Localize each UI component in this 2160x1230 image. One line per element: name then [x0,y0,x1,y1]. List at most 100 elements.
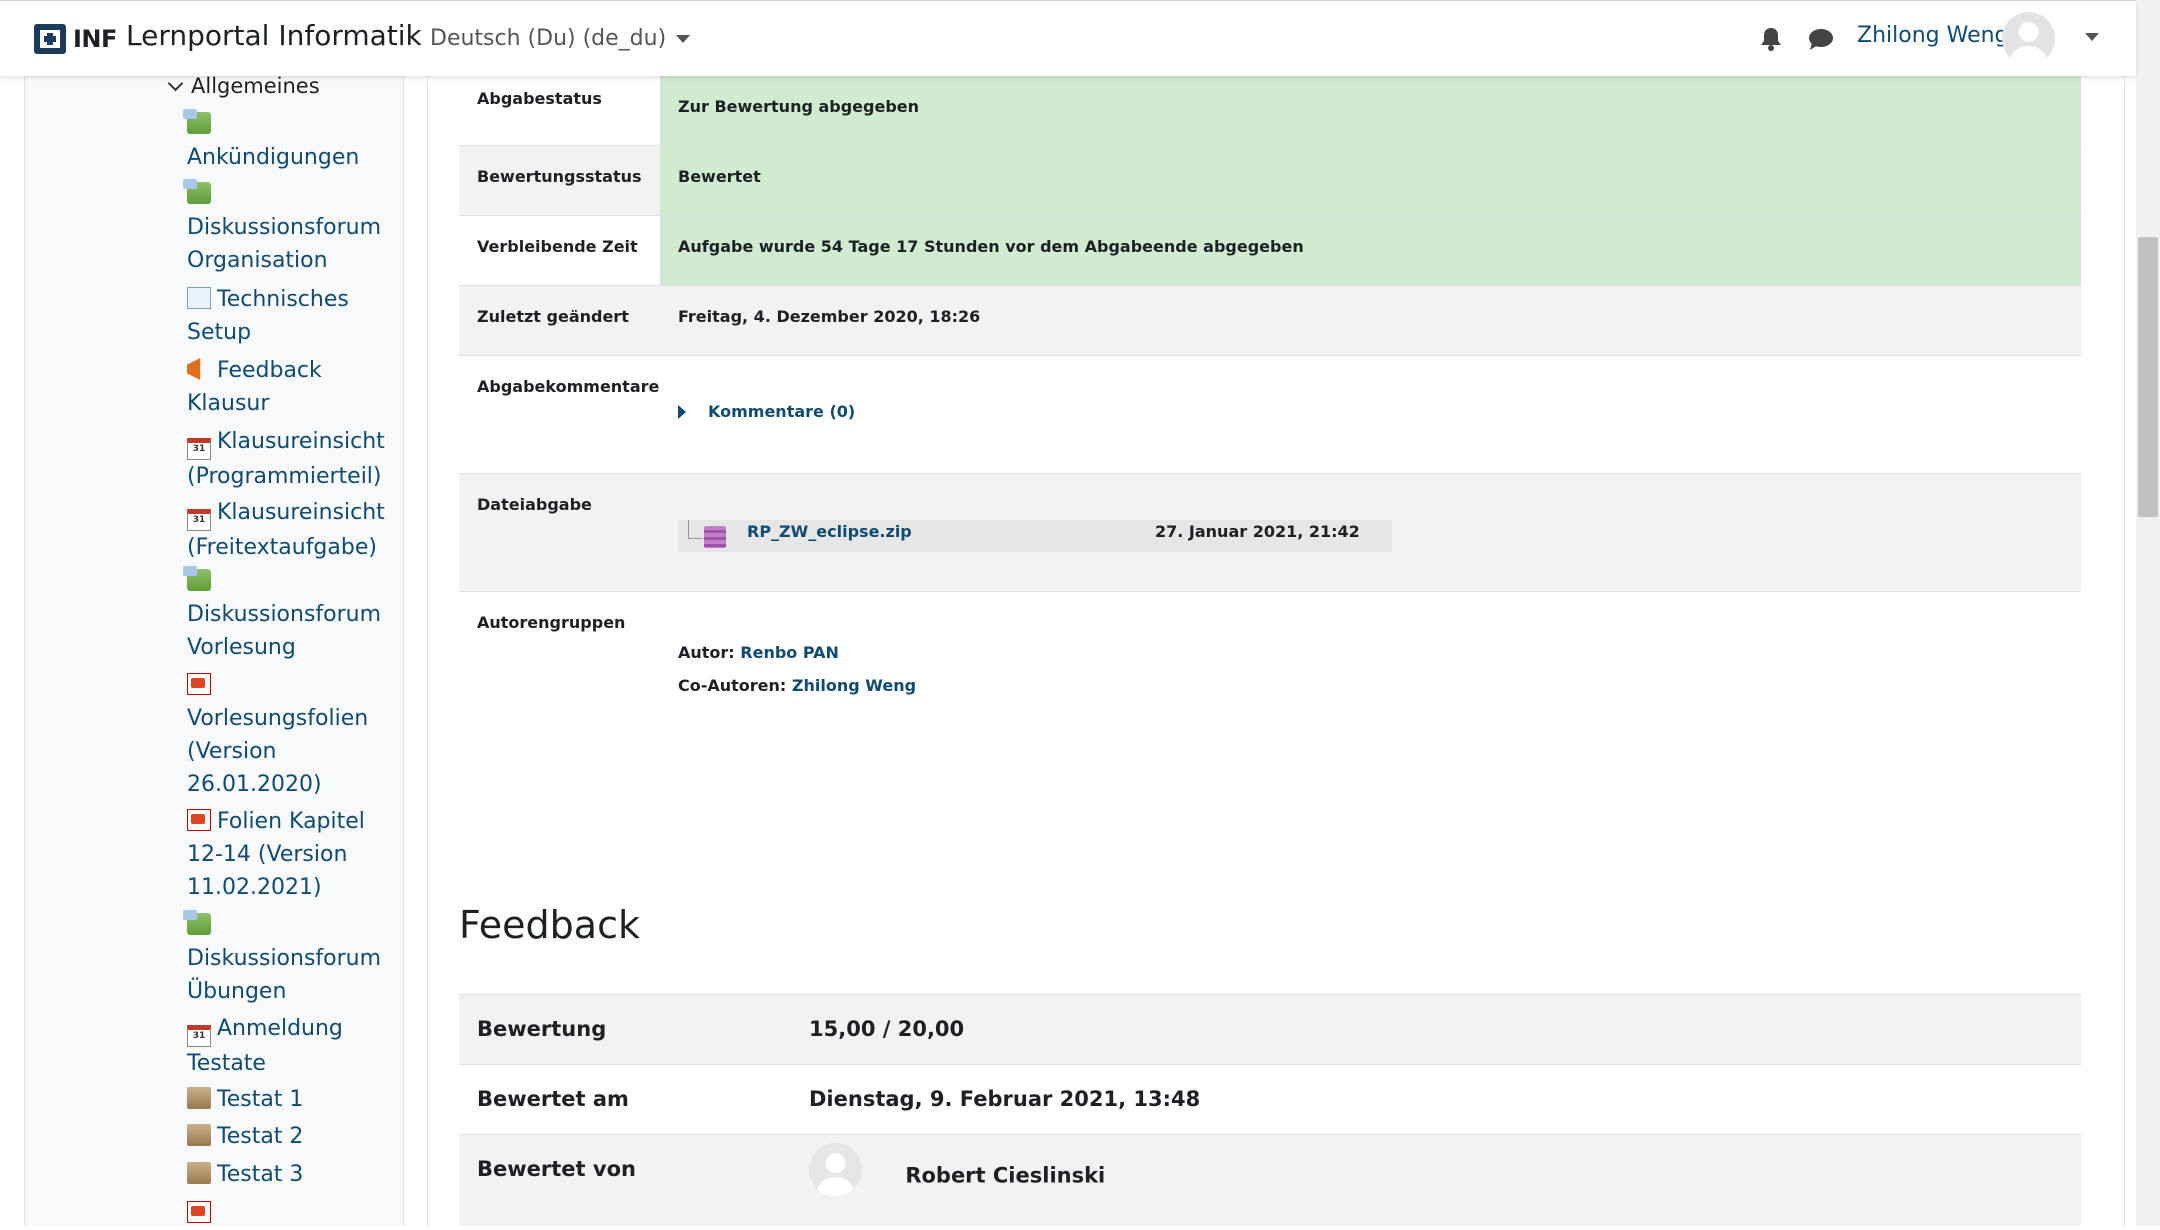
feedback-icon [187,358,201,380]
forum-icon [183,109,211,134]
sidebar-item-testat-3[interactable]: Testat 3 [187,1158,397,1191]
site-logo[interactable]: INF [33,23,117,55]
calendar-icon: 31 [187,1025,211,1047]
value-abgabestatus: Zur Bewertung abgegeben [660,76,2081,145]
sidebar-item-label: Testat 2 [217,1124,304,1149]
caret-down-icon [676,34,691,43]
pdf-icon [187,809,211,831]
sidebar-item-label: Klausureinsicht (Freitextaufgabe) [187,500,385,560]
coauthor-prefix: Co-Autoren: [678,676,787,695]
sidebar-item-klausureinsicht-freitext[interactable]: 31 Klausureinsicht (Freitextaufgabe) [187,496,397,564]
file-link[interactable]: RP_ZW_eclipse.zip [747,522,912,541]
author-link[interactable]: Renbo PAN [740,643,839,662]
language-menu[interactable]: Deutsch (Du) (de_du) [430,26,691,51]
row-verbleibende-zeit: Verbleibende Zeit Aufgabe wurde 54 Tage … [459,215,2081,285]
label-abgabestatus: Abgabestatus [477,89,602,108]
feedback-heading: Feedback [459,903,640,947]
file-entry: RP_ZW_eclipse.zip 27. Januar 2021, 21:42 [678,520,1392,552]
zip-file-icon [704,526,726,548]
label-bewertet-von: Bewertet von [477,1157,636,1181]
user-avatar[interactable] [2002,12,2055,65]
site-name[interactable]: Lernportal Informatik [126,19,422,52]
row-bewertet-von: Bewertet von Robert Cieslinski [459,1134,2081,1226]
language-label: Deutsch (Du) (de_du) [430,26,667,51]
value-bewertung: 15,00 / 20,00 [809,1017,965,1041]
section-title: Allgemeines [191,74,320,98]
row-zuletzt-geaendert: Zuletzt geändert Freitag, 4. Dezember 20… [459,285,2081,355]
sidebar-item-label: Testat 1 [217,1087,304,1112]
choice-icon [187,287,211,309]
pdf-icon [187,673,211,695]
grader-avatar[interactable] [809,1143,862,1196]
row-abgabekommentare: Abgabekommentare Kommentare (0) [459,355,2081,473]
sidebar-item-technisches-setup[interactable]: Technisches Setup [187,283,397,349]
top-navbar: INF Lernportal Informatik Deutsch (Du) (… [0,0,2136,76]
sidebar-item-label: Testat 3 [217,1162,304,1187]
sidebar-item-label: Technisches Setup [187,287,349,345]
comments-toggle[interactable]: Kommentare (0) [678,402,2081,421]
pdf-icon [187,1201,211,1223]
value-zuletzt-geaendert: Freitag, 4. Dezember 2020, 18:26 [678,307,981,326]
logo-text: INF [73,25,117,53]
sidebar-item-label: Vorlesungsfolien (Version 26.01.2020) [187,706,369,797]
forum-icon [183,566,211,591]
value-bewertungsstatus: Bewertet [660,146,2081,215]
author-prefix: Autor: [678,643,735,662]
sidebar-item-testat-2[interactable]: Testat 2 [187,1120,397,1153]
sidebar-item-folien-kapitel[interactable]: Folien Kapitel 12-14 (Version 11.02.2021… [187,805,397,904]
row-abgabestatus: Abgabestatus Zur Bewertung abgegeben [459,75,2081,145]
grader-name: Robert Cieslinski [905,1163,1106,1188]
sidebar-item-klausureinsicht-programmierteil[interactable]: 31 Klausureinsicht (Programmierteil) [187,425,397,493]
sidebar-item-diskussionsforum-uebungen[interactable]: Diskussionsforum Übungen [183,909,397,1008]
sidebar-item-label: Diskussionsforum Vorlesung [187,602,382,660]
comments-link[interactable]: Kommentare (0) [708,402,855,421]
sidebar-item-testat-1[interactable]: Testat 1 [187,1083,397,1116]
row-dateiabgabe: Dateiabgabe RP_ZW_eclipse.zip 27. Januar… [459,473,2081,591]
value-bewertet-am: Dienstag, 9. Februar 2021, 13:48 [809,1087,1201,1111]
sidebar-item-label: Diskussionsforum Organisation [187,215,382,273]
sidebar-item-label: Diskussionsforum Übungen [187,946,382,1004]
row-bewertung: Bewertung 15,00 / 20,00 [459,994,2081,1064]
forum-icon [183,910,211,935]
sidebar-item-feedback-klausur[interactable]: Feedback Klausur [187,354,397,420]
sidebar-item-ankuendigungen[interactable]: Ankündigungen [183,108,397,174]
row-autorengruppen: Autorengruppen Autor: Renbo PAN Co-Autor… [459,591,2081,721]
section-allgemeines[interactable]: Allgemeines [167,74,320,98]
value-verbleibende-zeit: Aufgabe wurde 54 Tage 17 Stunden vor dem… [660,216,2081,285]
author-line: Autor: Renbo PAN [678,636,2081,669]
sidebar-item-label: Ankündigungen [187,145,360,170]
coauthor-link[interactable]: Zhilong Weng [792,676,916,695]
label-abgabekommentare: Abgabekommentare [477,377,660,396]
sidebar-item-label: Klausureinsicht (Programmierteil) [187,429,385,489]
sidebar-item-vorlesungsfolien[interactable]: Vorlesungsfolien (Version 26.01.2020) [187,669,397,801]
user-name[interactable]: Zhilong Weng [1857,23,2009,48]
calendar-icon: 31 [187,438,211,460]
quiz-icon [187,1124,211,1146]
label-zuletzt-geaendert: Zuletzt geändert [477,307,629,326]
sidebar-item-label: Folien Kapitel 12-14 (Version 11.02.2021… [187,809,365,900]
page-scrollbar[interactable] [2136,0,2160,1226]
label-dateiabgabe: Dateiabgabe [477,495,592,514]
label-bewertet-am: Bewertet am [477,1087,629,1111]
quiz-icon [187,1162,211,1184]
bell-icon[interactable] [1760,26,1782,56]
caret-right-icon [678,404,686,419]
chevron-down-icon [167,75,184,91]
row-bewertet-am: Bewertet am Dienstag, 9. Februar 2021, 1… [459,1064,2081,1134]
sidebar-item-diskussionsforum-vorlesung[interactable]: Diskussionsforum Vorlesung [183,565,397,664]
scrollbar-thumb[interactable] [2138,237,2158,517]
label-bewertungsstatus: Bewertungsstatus [459,146,660,215]
tree-line [688,520,703,539]
sidebar-item-diskussionsforum-organisation[interactable]: Diskussionsforum Organisation [183,178,397,277]
messages-icon[interactable] [1808,27,1834,55]
sidebar-item-next[interactable] [187,1197,397,1230]
label-autorengruppen: Autorengruppen [477,613,626,632]
sidebar-item-anmeldung-testate[interactable]: 31 Anmeldung Testate [187,1012,397,1080]
coauthor-line: Co-Autoren: Zhilong Weng [678,669,2081,702]
label-verbleibende-zeit: Verbleibende Zeit [477,237,638,256]
logo-icon [34,24,66,54]
user-menu-caret-icon[interactable] [2085,33,2099,41]
quiz-icon [187,1087,211,1109]
calendar-icon: 31 [187,509,211,531]
sidebar-item-label: Feedback Klausur [187,358,322,416]
